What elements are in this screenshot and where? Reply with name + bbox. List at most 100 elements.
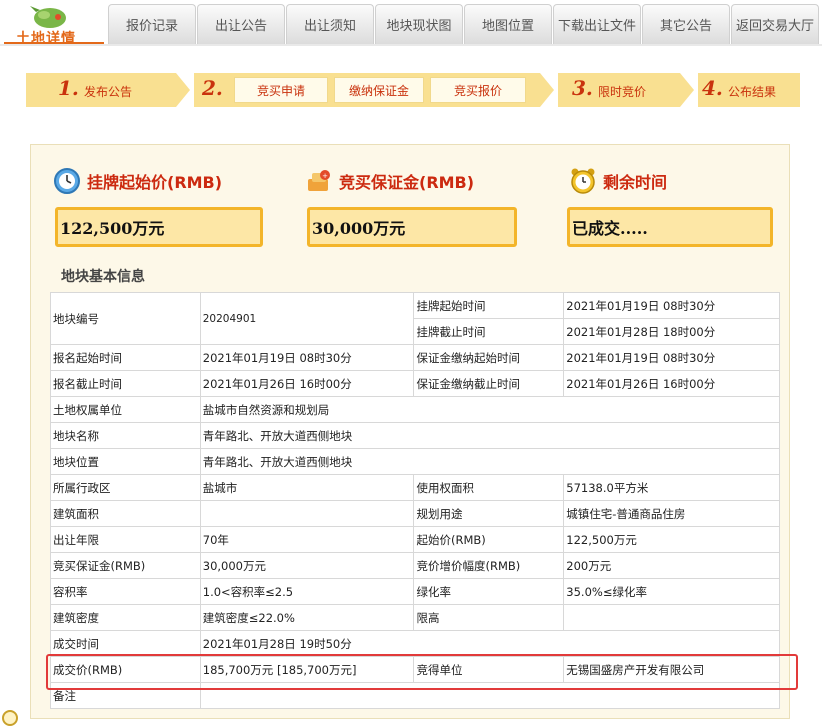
table-row: 备注 xyxy=(50,682,781,709)
table-row: 建筑密度 建筑密度≤22.0% 限高 xyxy=(50,604,780,631)
tab-parcel-map[interactable]: 地块现状图 xyxy=(375,4,463,44)
parcel-location-label: 地块位置 xyxy=(50,448,201,475)
reg-end-value: 2021年01月26日 16时00分 xyxy=(199,370,415,397)
build-area-label: 建筑面积 xyxy=(50,500,201,527)
start-price-cell: 122,500万元 xyxy=(563,526,780,553)
dep-start-label: 保证金缴纳起始时间 xyxy=(413,344,565,371)
table-row: 建筑面积 规划用途 城镇住宅-普通商品住房 xyxy=(50,500,780,527)
district-value: 盐城市 xyxy=(199,474,415,501)
owner-label: 土地权属单位 xyxy=(50,396,201,423)
deal-price-label: 成交价(RMB) xyxy=(50,656,201,683)
tab-transfer-notice[interactable]: 出让公告 xyxy=(197,4,285,44)
increment-value: 200万元 xyxy=(563,552,780,579)
step-3-label: 限时竞价 xyxy=(598,85,647,99)
parcel-info-table: 地块编号 20204901 挂牌起始时间 2021年01月19日 08时30分 … xyxy=(50,292,781,709)
density-value: 建筑密度≤22.0% xyxy=(199,604,415,631)
bid-quote-button[interactable]: 竞买报价 xyxy=(430,77,526,103)
far-value: 1.0<容积率≤2.5 xyxy=(199,578,415,605)
tab-bid-records[interactable]: 报价记录 xyxy=(108,4,196,44)
process-steps: 1. 发布公告 2. 竞买申请 缴纳保证金 竞买报价 3. 限时竞价 4. 公布… xyxy=(26,73,800,107)
step-2-arrow xyxy=(540,73,554,107)
start-price-label: 起始价(RMB) xyxy=(413,526,565,553)
reg-end-label: 报名截止时间 xyxy=(50,370,201,397)
step-3-arrow xyxy=(680,73,694,107)
list-start-value: 2021年01月19日 08时30分 xyxy=(563,292,780,319)
section-title: 地块基本信息 xyxy=(61,269,145,285)
parcel-no-value: 20204901 xyxy=(199,292,415,345)
table-row: 地块名称 青年路北、开放大道西侧地块 xyxy=(50,422,781,449)
table-row: 出让年限 70年 起始价(RMB) 122,500万元 xyxy=(50,526,780,553)
deposit-cell: 30,000万元 xyxy=(199,552,415,579)
parcel-name-value: 青年路北、开放大道西侧地块 xyxy=(199,422,781,449)
list-end-label: 挂牌截止时间 xyxy=(413,318,565,345)
tab-map-location[interactable]: 地图位置 xyxy=(464,4,552,44)
table-row: 所属行政区 盐城市 使用权面积 57138.0平方米 xyxy=(50,474,780,501)
list-start-label: 挂牌起始时间 xyxy=(413,292,565,319)
table-row: 地块位置 青年路北、开放大道西侧地块 xyxy=(50,448,781,475)
district-label: 所属行政区 xyxy=(50,474,201,501)
remark-value xyxy=(199,682,781,709)
reg-start-label: 报名起始时间 xyxy=(50,344,201,371)
alarm-clock-icon xyxy=(571,168,595,194)
tab-back-to-hall[interactable]: 返回交易大厅 xyxy=(731,4,819,44)
tab-transfer-instructions[interactable]: 出让须知 xyxy=(286,4,374,44)
clock-icon xyxy=(54,168,80,194)
footer-circle-icon xyxy=(2,710,18,726)
reg-start-value: 2021年01月19日 08时30分 xyxy=(199,344,415,371)
list-end-value: 2021年01月28日 18时00分 xyxy=(563,318,780,345)
deposit-label: 竞买保证金(RMB) xyxy=(50,552,201,579)
tab-download-files[interactable]: 下载出让文件 xyxy=(553,4,641,44)
owner-value: 盐城市自然资源和规划局 xyxy=(199,396,781,423)
bid-application-button[interactable]: 竞买申请 xyxy=(234,77,328,103)
remark-label: 备注 xyxy=(50,682,201,709)
parcel-location-value: 青年路北、开放大道西侧地块 xyxy=(199,448,781,475)
money-icon: + xyxy=(308,170,330,191)
step-1-label: 发布公告 xyxy=(84,85,133,99)
far-label: 容积率 xyxy=(50,578,201,605)
top-bar: 土地详情 报价记录 出让公告 出让须知 地块现状图 地图位置 下载出让文件 其它… xyxy=(0,0,822,47)
start-price-title: 挂牌起始价(RMB) xyxy=(87,173,223,192)
usage-label: 规划用途 xyxy=(413,500,565,527)
table-row: 报名起始时间 2021年01月19日 08时30分 保证金缴纳起始时间 2021… xyxy=(50,344,780,371)
start-price-value: 122,500万元 xyxy=(55,207,263,247)
step-2: 2. 竞买申请 缴纳保证金 竞买报价 xyxy=(194,73,540,107)
height-label: 限高 xyxy=(413,604,565,631)
parcel-no-label: 地块编号 xyxy=(50,292,201,345)
deal-time-value: 2021年01月28日 19时50分 xyxy=(199,630,781,657)
increment-label: 竞价增价幅度(RMB) xyxy=(413,552,565,579)
pay-deposit-button[interactable]: 缴纳保证金 xyxy=(334,77,424,103)
logo: 土地详情 xyxy=(6,4,104,47)
nav-tabs: 报价记录 出让公告 出让须知 地块现状图 地图位置 下载出让文件 其它公告 返回… xyxy=(108,4,820,44)
deal-price-value: 185,700万元 [185,700万元] xyxy=(199,656,415,683)
deposit-value: 30,000万元 xyxy=(307,207,517,247)
deposit-header: + 竞买保证金(RMB) xyxy=(305,167,474,195)
table-row: 容积率 1.0<容积率≤2.5 绿化率 35.0%≤绿化率 xyxy=(50,578,780,605)
step-3: 3. 限时竞价 xyxy=(558,73,680,107)
table-row: 成交价(RMB) 185,700万元 [185,700万元] 竞得单位 无锡国盛… xyxy=(50,656,780,683)
term-label: 出让年限 xyxy=(50,526,201,553)
step-4-number: 4. xyxy=(702,76,723,100)
step-4-label: 公布结果 xyxy=(728,85,777,99)
remaining-time-title: 剩余时间 xyxy=(603,173,668,192)
green-label: 绿化率 xyxy=(413,578,565,605)
step-1-arrow xyxy=(176,73,190,107)
start-price-header: 挂牌起始价(RMB) xyxy=(53,167,222,195)
area-value: 57138.0平方米 xyxy=(563,474,780,501)
table-row: 报名截止时间 2021年01月26日 16时00分 保证金缴纳截止时间 2021… xyxy=(50,370,780,397)
deal-time-label: 成交时间 xyxy=(50,630,201,657)
step-1-number: 1. xyxy=(58,76,79,100)
remaining-time-header: 剩余时间 xyxy=(569,167,667,195)
remaining-time-value: 已成交..... xyxy=(567,207,773,247)
table-row: 成交时间 2021年01月28日 19时50分 xyxy=(50,630,781,657)
dep-end-value: 2021年01月26日 16时00分 xyxy=(563,370,780,397)
step-2-number: 2. xyxy=(202,76,223,100)
nav-divider xyxy=(0,44,822,46)
parcel-name-label: 地块名称 xyxy=(50,422,201,449)
term-value: 70年 xyxy=(199,526,415,553)
winner-label: 竞得单位 xyxy=(413,656,565,683)
deposit-title: 竞买保证金(RMB) xyxy=(339,173,475,192)
winner-value: 无锡国盛房产开发有限公司 xyxy=(563,656,780,683)
area-label: 使用权面积 xyxy=(413,474,565,501)
tab-other-notices[interactable]: 其它公告 xyxy=(642,4,730,44)
dep-start-value: 2021年01月19日 08时30分 xyxy=(563,344,780,371)
